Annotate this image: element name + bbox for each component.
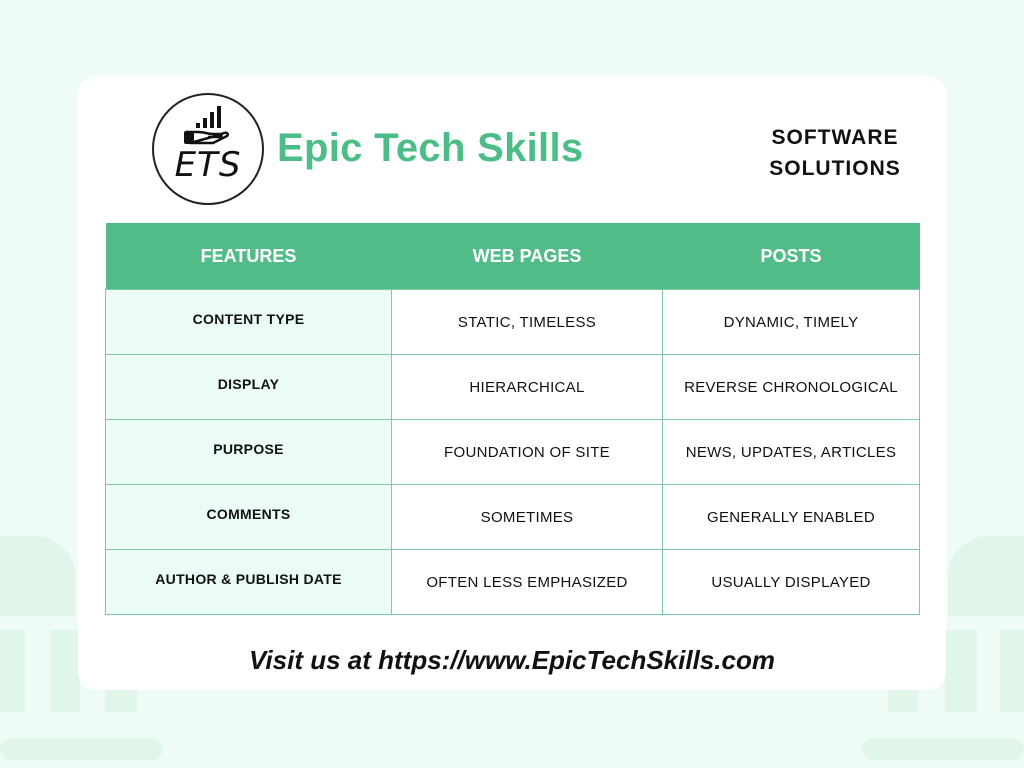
- posts-cell: GENERALLY ENABLED: [662, 484, 920, 550]
- brand-name: Epic Tech Skills: [277, 126, 584, 170]
- website-footer: Visit us at https://www.EpicTechSkills.c…: [249, 645, 775, 675]
- web-pages-cell: OFTEN LESS EMPHASIZED: [391, 549, 663, 615]
- posts-cell: REVERSE CHRONOLOGICAL: [662, 354, 920, 420]
- brand-logo: ETS: [152, 93, 264, 205]
- feature-label: CONTENT TYPE: [192, 311, 305, 327]
- feature-label: AUTHOR & PUBLISH DATE: [155, 571, 342, 587]
- feature-cell: CONTENT TYPE: [105, 289, 392, 355]
- posts-cell: NEWS, UPDATES, ARTICLES: [662, 419, 920, 485]
- comparison-table: FEATURES WEB PAGES POSTS CONTENT TYPE ST…: [105, 223, 920, 615]
- table-header-row: FEATURES WEB PAGES POSTS: [105, 223, 920, 290]
- logo-initials: ETS: [174, 145, 242, 185]
- tagline-line-1: SOFTWARE: [771, 126, 899, 149]
- web-pages-cell: FOUNDATION OF SITE: [391, 419, 663, 485]
- posts-cell: USUALLY DISPLAYED: [662, 549, 920, 615]
- posts-cell: DYNAMIC, TIMELY: [662, 289, 920, 355]
- table-row: CONTENT TYPE STATIC, TIMELESS DYNAMIC, T…: [105, 289, 920, 355]
- background-building-left-roof: [0, 536, 75, 616]
- header-web-pages: WEB PAGES: [391, 223, 663, 290]
- feature-cell: DISPLAY: [105, 354, 392, 420]
- web-pages-cell: STATIC, TIMELESS: [391, 289, 663, 355]
- background-column-right-1: [888, 690, 918, 712]
- table-row: COMMENTS SOMETIMES GENERALLY ENABLED: [105, 484, 920, 550]
- feature-cell: COMMENTS: [105, 484, 392, 550]
- feature-cell: PURPOSE: [105, 419, 392, 485]
- feature-label: PURPOSE: [213, 441, 284, 457]
- background-base-left: [0, 738, 163, 760]
- table-row: PURPOSE FOUNDATION OF SITE NEWS, UPDATES…: [105, 419, 920, 485]
- background-base-right: [862, 738, 1024, 760]
- tagline: SOFTWARE SOLUTIONS: [740, 122, 930, 184]
- feature-cell: AUTHOR & PUBLISH DATE: [105, 549, 392, 615]
- feature-label: COMMENTS: [206, 506, 291, 522]
- table-row: AUTHOR & PUBLISH DATE OFTEN LESS EMPHASI…: [105, 549, 920, 615]
- web-pages-cell: HIERARCHICAL: [391, 354, 663, 420]
- table-row: DISPLAY HIERARCHICAL REVERSE CHRONOLOGIC…: [105, 354, 920, 420]
- background-building-right-roof: [948, 536, 1024, 616]
- header-posts: POSTS: [662, 223, 920, 290]
- feature-label: DISPLAY: [217, 376, 280, 392]
- background-column-left-3: [105, 690, 137, 712]
- header-features: FEATURES: [105, 223, 392, 290]
- web-pages-cell: SOMETIMES: [391, 484, 663, 550]
- tagline-line-2: SOLUTIONS: [769, 157, 901, 180]
